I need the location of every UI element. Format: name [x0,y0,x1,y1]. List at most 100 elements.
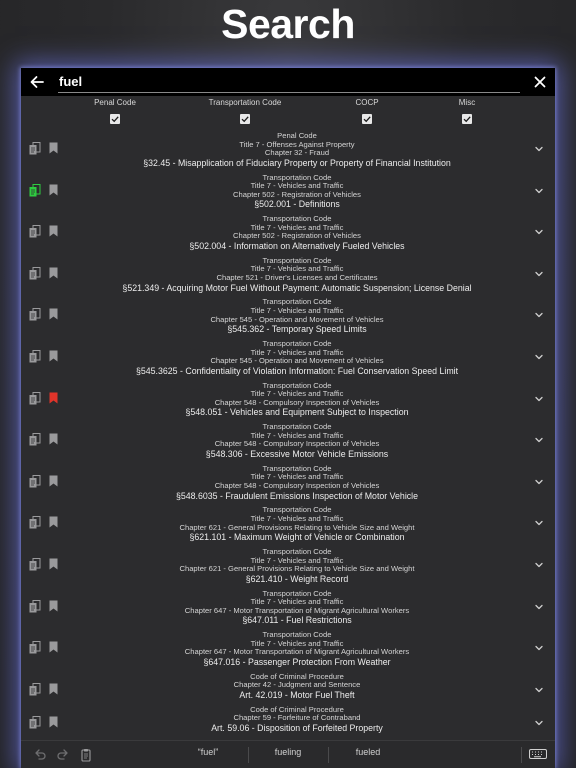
copy-icon[interactable] [29,308,41,321]
result-row[interactable]: Transportation Code Title 7 - Vehicles an… [21,172,555,214]
result-row[interactable]: Transportation Code Title 7 - Vehicles an… [21,255,555,297]
result-row[interactable]: Transportation Code Title 7 - Vehicles an… [21,421,555,463]
undo-icon[interactable] [33,748,47,762]
chevron-down-icon[interactable] [534,477,544,487]
result-code: Transportation Code [262,547,332,556]
chevron-down-icon[interactable] [534,352,544,362]
keyboard-toolbar: “fuel” fueling fueled [21,740,555,768]
result-row[interactable]: Transportation Code Title 7 - Vehicles an… [21,504,555,546]
bookmark-icon[interactable] [49,716,58,728]
result-row[interactable]: Code of Criminal Procedure Chapter 59 - F… [21,704,555,737]
copy-icon[interactable] [29,391,41,405]
bookmark-icon[interactable] [49,184,58,196]
chevron-down-icon[interactable] [534,310,544,320]
chevron-down-icon[interactable] [534,685,544,695]
copy-icon[interactable] [29,349,41,363]
result-chapter: Chapter 621 - General Provisions Relatin… [179,565,415,574]
result-text: Transportation Code Title 7 - Vehicles an… [69,174,525,210]
chevron-down-icon[interactable] [534,643,544,653]
chevron-down-icon[interactable] [534,602,544,612]
result-section: §502.001 - Definitions [254,199,340,210]
result-row[interactable]: Transportation Code Title 7 - Vehicles an… [21,296,555,338]
result-title: Title 7 - Vehicles and Traffic [250,265,344,274]
back-arrow-icon[interactable] [28,73,46,91]
result-code: Transportation Code [262,256,332,265]
bookmark-icon[interactable] [49,641,58,653]
close-icon[interactable] [532,74,548,90]
filter-checkbox[interactable] [362,114,372,124]
result-row[interactable]: Transportation Code Title 7 - Vehicles an… [21,380,555,422]
copy-icon[interactable] [29,715,41,729]
result-row[interactable]: Transportation Code Title 7 - Vehicles an… [21,546,555,588]
result-code: Code of Criminal Procedure [250,672,344,681]
result-title: Title 7 - Vehicles and Traffic [250,598,344,607]
copy-icon[interactable] [29,433,41,446]
bookmark-icon[interactable] [49,267,58,279]
result-text: Transportation Code Title 7 - Vehicles an… [69,340,525,376]
copy-icon[interactable] [29,142,41,155]
bookmark-icon[interactable] [49,600,58,612]
bookmark-icon[interactable] [49,558,58,570]
bookmark-icon[interactable] [49,683,58,695]
copy-icon[interactable] [29,557,41,571]
bookmark-icon[interactable] [49,475,58,487]
result-section: §32.45 - Misapplication of Fiduciary Pro… [143,157,451,168]
chevron-down-icon[interactable] [534,518,544,528]
checkmark-icon [363,116,371,123]
result-row[interactable]: Transportation Code Title 7 - Vehicles an… [21,463,555,505]
result-row[interactable]: Transportation Code Title 7 - Vehicles an… [21,213,555,255]
result-title: Title 7 - Vehicles and Traffic [250,182,344,191]
copy-icon[interactable] [29,266,41,280]
filter-checkbox[interactable] [240,114,250,124]
bookmark-icon[interactable] [49,308,58,320]
suggestion-item[interactable]: “fuel” [168,747,248,757]
search-input[interactable] [58,71,520,93]
row-actions [29,183,61,198]
result-text: Transportation Code Title 7 - Vehicles an… [69,423,525,459]
result-row[interactable]: Transportation Code Title 7 - Vehicles an… [21,338,555,380]
copy-icon[interactable] [29,599,41,613]
filter-checkbox[interactable] [462,114,472,124]
chevron-down-icon[interactable] [534,186,544,196]
filter-cocp[interactable]: COCP [312,97,422,129]
copy-icon[interactable] [29,641,41,654]
redo-icon[interactable] [56,748,70,762]
copy-icon[interactable] [29,225,41,238]
bookmark-icon[interactable] [49,350,58,362]
suggestion-item[interactable]: fueling [248,747,328,757]
result-code: Code of Criminal Procedure [250,705,344,714]
paste-icon[interactable] [79,748,93,762]
result-section: §621.410 - Weight Record [245,573,349,584]
chevron-down-icon[interactable] [534,435,544,445]
keyboard-dismiss-icon[interactable] [529,749,547,761]
chevron-down-icon[interactable] [534,394,544,404]
filter-checkbox[interactable] [110,114,120,124]
filter-penal-code[interactable]: Penal Code [60,97,170,129]
chevron-down-icon[interactable] [534,227,544,237]
chevron-down-icon[interactable] [534,269,544,279]
copy-icon[interactable] [29,474,41,488]
filter-transportation-code[interactable]: Transportation Code [190,97,300,129]
filter-misc[interactable]: Misc [412,97,522,129]
chevron-down-icon[interactable] [534,144,544,154]
copy-icon[interactable] [29,682,41,696]
suggestion-item[interactable]: fueled [328,747,408,757]
bookmark-icon[interactable] [49,225,58,237]
bookmark-icon[interactable] [49,392,58,404]
result-chapter: Chapter 647 - Motor Transportation of Mi… [184,606,410,615]
copy-icon[interactable] [29,516,41,529]
result-text: Transportation Code Title 7 - Vehicles an… [69,506,525,542]
result-chapter: Chapter 647 - Motor Transportation of Mi… [184,648,410,657]
result-row[interactable]: Code of Criminal Procedure Chapter 42 - J… [21,671,555,704]
bookmark-icon[interactable] [49,516,58,528]
chevron-down-icon[interactable] [534,560,544,570]
chevron-down-icon[interactable] [534,718,544,728]
bookmark-icon[interactable] [49,433,58,445]
result-row[interactable]: Transportation Code Title 7 - Vehicles an… [21,588,555,630]
result-text: Transportation Code Title 7 - Vehicles an… [69,382,525,418]
result-row[interactable]: Penal Code Title 7 - Offenses Against Pro… [21,130,555,172]
result-code: Transportation Code [262,589,332,598]
result-row[interactable]: Transportation Code Title 7 - Vehicles an… [21,629,555,671]
copy-icon[interactable] [29,183,41,197]
bookmark-icon[interactable] [49,142,58,154]
